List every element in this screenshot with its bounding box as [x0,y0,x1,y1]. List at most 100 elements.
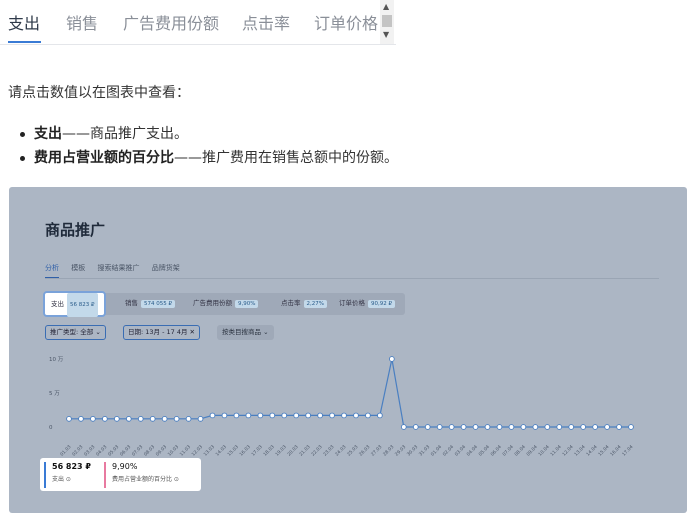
tab-sales[interactable]: 销售 [66,10,98,34]
summary-ad-share[interactable]: 9,90% 费用占营业额的百分比 ⊙ [104,462,179,488]
tab-scrollbar[interactable]: ▲ ▼ [380,0,394,44]
data-point[interactable] [329,412,335,419]
data-point[interactable] [400,424,407,430]
y-tick-label: 5 万 [49,390,60,397]
tab-ctr[interactable]: 点击率 [242,10,290,34]
data-point[interactable] [568,424,575,430]
data-point[interactable] [90,415,96,422]
data-point[interactable] [424,424,431,430]
data-point[interactable] [269,412,276,419]
metric-ad-share[interactable]: 广告费用份额 9,90% [193,297,259,308]
data-point[interactable] [592,424,598,430]
data-point[interactable] [161,415,168,422]
x-tick-label: 17.04 [621,444,634,457]
data-point[interactable] [508,424,515,430]
x-tick-label: 15.03 [226,444,239,457]
data-point[interactable] [305,412,311,419]
data-point[interactable] [113,415,120,422]
x-tick-label: 20.03 [286,444,299,457]
tab-bar: 支出 销售 广告费用份额 点击率 订单价格 ▲ ▼ [0,0,396,45]
tab-ad-share[interactable]: 广告费用份额 [123,10,219,34]
data-point[interactable] [149,415,156,422]
data-point[interactable] [556,424,563,430]
x-tick-label: 07.03 [131,444,144,457]
metric-ctr[interactable]: 点击率 2,27% [281,297,327,308]
metric-label: 广告费用份额 [193,299,232,307]
tab-order-price[interactable]: 订单价格 [314,10,378,34]
x-tick-label: 13.03 [203,444,216,457]
data-point[interactable] [245,412,252,419]
x-tick-label: 08.03 [143,444,156,457]
data-point[interactable] [365,412,371,419]
data-point[interactable] [484,424,491,430]
scroll-thumb[interactable] [382,15,392,27]
date-filter[interactable]: 日期: 13月 - 17 4月 ✕ [123,325,200,340]
x-tick-label: 09.03 [155,444,168,457]
data-point[interactable] [317,412,323,419]
x-tick-label: 06.03 [119,444,132,457]
tab-spend[interactable]: 支出 [8,10,40,34]
data-point[interactable] [377,412,383,419]
data-point[interactable] [341,412,347,419]
data-point[interactable] [496,424,503,430]
scroll-down-icon[interactable]: ▼ [383,31,389,39]
x-tick-label: 23.03 [322,444,335,457]
subtab-divider [45,278,659,279]
data-point[interactable] [520,424,527,430]
subtab-search-promo[interactable]: 搜索结果推广 [97,263,139,273]
x-tick-label: 04.04 [466,444,479,457]
data-point[interactable] [353,412,359,419]
x-tick-label: 31.03 [418,444,431,457]
subtab-templates[interactable]: 模板 [71,263,85,273]
summary-value: 56 823 ₽ [52,462,91,471]
x-tick-label: 07.04 [501,444,514,457]
scroll-up-icon[interactable]: ▲ [383,3,389,11]
metric-spend[interactable]: 支出 56 823 ₽ [43,291,106,317]
metric-order-price[interactable]: 订单价格 90,92 ₽ [339,297,395,308]
data-point[interactable] [185,415,192,422]
subtab-brand-shelf[interactable]: 品牌货架 [152,263,180,273]
data-point[interactable] [628,424,634,430]
data-point[interactable] [78,415,84,422]
x-tick-label: 12.03 [191,444,204,457]
data-point[interactable] [257,412,264,419]
data-point[interactable] [197,415,204,422]
data-point[interactable] [293,412,300,419]
data-point[interactable] [460,424,467,430]
metric-label: 支出 [51,300,64,308]
data-point[interactable] [532,424,539,430]
data-point[interactable] [472,424,479,430]
x-tick-label: 18.03 [262,444,275,457]
data-point[interactable] [604,424,610,430]
data-point[interactable] [221,412,228,419]
data-point[interactable] [137,415,144,422]
y-tick-label: 0 [49,425,53,431]
list-item: 费用占营业额的百分比——推广费用在销售总额中的份额。 [20,148,398,172]
list-item: 支出——商品推广支出。 [20,124,398,148]
data-point[interactable] [436,424,443,430]
summary-panel: 56 823 ₽ 支出 ⊙ 9,90% 费用占营业额的百分比 ⊙ [40,458,201,491]
x-tick-label: 10.03 [167,444,180,457]
metric-sales[interactable]: 销售 574 055 ₽ [125,297,175,308]
spend-line-chart: 10 万5 万0 01.03 02.03 03.03 04.03 05.03 06.03 0… [49,356,635,458]
x-tick-label: 21.03 [298,444,311,457]
data-point[interactable] [125,415,132,422]
subtab-analysis[interactable]: 分析 [45,263,59,278]
promotion-type-filter[interactable]: 推广类型: 全部 ⌄ [45,325,106,340]
product-search-filter[interactable]: 按类目搜商品 ⌄ [217,325,274,340]
data-point[interactable] [173,415,180,422]
data-point[interactable] [209,412,216,419]
x-tick-label: 12.04 [561,444,574,457]
data-point[interactable] [389,356,395,362]
data-point[interactable] [544,424,551,430]
data-point[interactable] [66,415,72,422]
data-point[interactable] [580,424,587,430]
data-point[interactable] [616,424,622,430]
summary-spend[interactable]: 56 823 ₽ 支出 ⊙ [44,462,91,488]
data-point[interactable] [281,412,288,419]
x-tick-label: 29.03 [394,444,407,457]
data-point[interactable] [102,415,108,422]
data-point[interactable] [412,424,419,430]
data-point[interactable] [448,424,455,430]
data-point[interactable] [233,412,240,419]
